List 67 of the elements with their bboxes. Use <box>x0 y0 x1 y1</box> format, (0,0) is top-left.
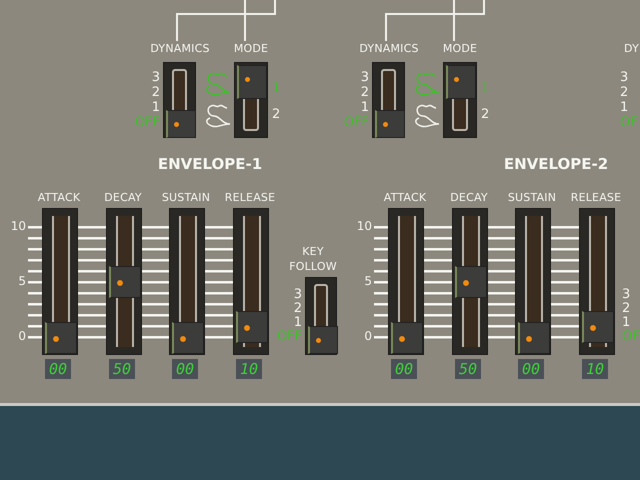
led-display: 10 <box>582 359 608 379</box>
envelope-title: ENVELOPE-2 <box>502 155 610 173</box>
key-follow-switch[interactable] <box>305 277 337 355</box>
fader-handle[interactable] <box>455 266 487 298</box>
key-follow-label: KEY FOLLOW <box>288 244 338 274</box>
slider-label: ATTACK <box>36 191 82 204</box>
fader-handle[interactable] <box>518 322 550 354</box>
fader-handle[interactable] <box>582 311 614 343</box>
scale-label: 10 <box>10 219 26 233</box>
switch-position-label: 2 <box>620 86 628 100</box>
mode-option-label: 2 <box>481 108 490 122</box>
scale-label: 0 <box>363 329 372 343</box>
mode-switch[interactable] <box>234 62 268 138</box>
dynamics-label: DYNAMICS <box>358 42 420 55</box>
switch-position-label: OF <box>620 116 638 130</box>
mode-option-label: 1 <box>481 82 490 96</box>
envelope-title: ENVELOPE-1 <box>156 155 264 173</box>
switch-position-label: 1 <box>620 101 628 115</box>
fader-handle[interactable] <box>236 311 268 343</box>
led-display: 00 <box>172 359 198 379</box>
switch-position-label: 3 <box>360 71 369 85</box>
mode-label: MODE <box>442 42 478 55</box>
slider-label: SUSTAIN <box>506 191 558 204</box>
slider-label: DECAY <box>449 191 489 204</box>
switch-position-label: 3 <box>620 71 628 85</box>
mode-option-label: 1 <box>272 82 280 96</box>
led-display: 00 <box>391 359 417 379</box>
led-display: 50 <box>455 359 481 379</box>
scale-label: 5 <box>17 274 26 288</box>
switch-position-label: 1 <box>292 316 302 330</box>
switch-position-label: 3 <box>150 71 160 85</box>
switch-position-label: 1 <box>360 101 369 115</box>
dynamics-label: DY <box>624 42 639 55</box>
switch-position-label: OFF <box>342 116 369 130</box>
switch-position-label: 2 <box>150 86 160 100</box>
slider-label: RELEASE <box>224 191 276 204</box>
switch-position-label: 2 <box>360 86 369 100</box>
dynamics-switch[interactable] <box>372 62 405 138</box>
switch-position-label: 1 <box>150 101 160 115</box>
mode-switch[interactable] <box>443 62 477 138</box>
switch-position-label: OFF <box>276 330 302 344</box>
led-display: 00 <box>45 359 71 379</box>
switch-position-label: 2 <box>622 302 630 316</box>
led-display: 00 <box>518 359 544 379</box>
mode-option-label: 2 <box>272 108 280 122</box>
switch-position-label: 3 <box>622 288 630 302</box>
fader-handle[interactable] <box>109 266 141 298</box>
dynamics-switch[interactable] <box>163 62 196 138</box>
scale-label: 5 <box>363 274 372 288</box>
led-display: 10 <box>236 359 262 379</box>
fader-handle[interactable] <box>172 322 204 354</box>
fader-handle[interactable] <box>391 322 423 354</box>
slider-label: DECAY <box>103 191 143 204</box>
switch-position-label: OFF <box>134 116 160 130</box>
dynamics-label: DYNAMICS <box>149 42 211 55</box>
slider-label: SUSTAIN <box>160 191 212 204</box>
slider-label: ATTACK <box>382 191 428 204</box>
mode-label: MODE <box>232 42 270 55</box>
scale-label: 10 <box>356 219 372 233</box>
switch-position-label: OF <box>622 330 640 344</box>
slider-label: RELEASE <box>570 191 622 204</box>
switch-position-label: 2 <box>292 302 302 316</box>
switch-position-label: 3 <box>292 288 302 302</box>
fader-handle[interactable] <box>45 322 77 354</box>
scale-label: 0 <box>17 329 26 343</box>
led-display: 50 <box>109 359 135 379</box>
switch-position-label: 1 <box>622 316 630 330</box>
